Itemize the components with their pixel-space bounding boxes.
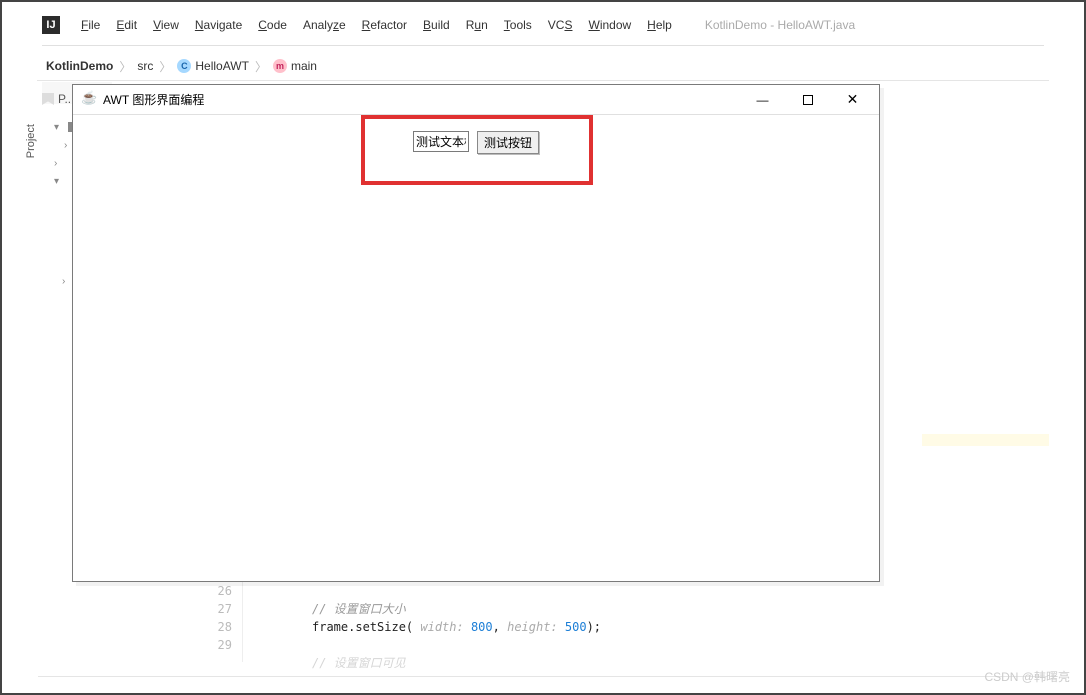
menu-edit[interactable]: Edit: [109, 16, 144, 34]
bottom-border: [38, 676, 1048, 677]
menu-window[interactable]: Window: [581, 16, 638, 34]
awt-body: 测试按钮: [73, 115, 879, 581]
project-stripe-label: Project: [25, 124, 37, 158]
ide-menubar: IJ File Edit View Navigate Code Analyze …: [42, 10, 1074, 40]
java-icon: [81, 92, 97, 108]
line-number: 29: [192, 636, 232, 654]
breadcrumb-sep-icon: 〉: [159, 58, 171, 75]
code-number: 800: [471, 620, 493, 634]
annotation-red-box: [361, 115, 593, 185]
gutter-border: [242, 582, 243, 662]
menu-vcs[interactable]: VCS: [541, 16, 580, 34]
editor-code[interactable]: // 设置窗口大小 frame.setSize( width: 800, hei…: [312, 582, 601, 672]
breadcrumb-src[interactable]: src: [133, 59, 157, 73]
awt-titlebar[interactable]: AWT 图形界面编程 — ✕: [73, 85, 879, 115]
menu-run[interactable]: Run: [459, 16, 495, 34]
param-hint: height:: [507, 620, 565, 634]
project-tab[interactable]: P...: [42, 92, 74, 106]
chevron-right-icon[interactable]: ›: [62, 276, 72, 287]
menu-navigate[interactable]: Navigate: [188, 16, 249, 34]
code-comment-partial: // 设置窗口可见: [312, 656, 406, 670]
param-hint: width:: [413, 620, 471, 634]
menu-help[interactable]: Help: [640, 16, 679, 34]
ide-logo-icon: IJ: [42, 16, 60, 34]
breadcrumb-method[interactable]: m main: [269, 59, 321, 73]
menu-file[interactable]: File: [74, 16, 107, 34]
menu-analyze[interactable]: Analyze: [296, 16, 353, 34]
breadcrumb-project[interactable]: KotlinDemo: [42, 59, 117, 73]
code-call: frame.setSize(: [312, 620, 413, 634]
minimize-button[interactable]: —: [740, 86, 785, 114]
breadcrumb: KotlinDemo 〉 src 〉 C HelloAWT 〉 m main: [42, 55, 321, 77]
code-comment: // 设置窗口大小: [312, 602, 406, 616]
maximize-button[interactable]: [785, 86, 830, 114]
breadcrumb-separator: [37, 80, 1049, 81]
breadcrumb-class[interactable]: C HelloAWT: [173, 59, 253, 73]
editor-gutter: 26 27 28 29: [192, 582, 232, 654]
menu-tools[interactable]: Tools: [497, 16, 539, 34]
chevron-down-icon[interactable]: ▾: [54, 122, 64, 133]
close-button[interactable]: ✕: [830, 86, 875, 114]
maximize-icon: [803, 95, 813, 105]
class-icon: C: [177, 59, 191, 73]
breadcrumb-sep-icon: 〉: [255, 58, 267, 75]
breadcrumb-method-label: main: [291, 59, 317, 73]
line-number: 26: [192, 582, 232, 600]
editor-warning-strip: [922, 434, 1049, 446]
close-icon: ✕: [847, 91, 859, 108]
awt-window: AWT 图形界面编程 — ✕ 测试按钮: [72, 84, 880, 582]
menu-view[interactable]: View: [146, 16, 186, 34]
menubar-separator: [42, 45, 1044, 46]
line-number: 27: [192, 600, 232, 618]
project-tool-stripe[interactable]: Project: [22, 84, 40, 644]
menu-build[interactable]: Build: [416, 16, 457, 34]
ide-window-title: KotlinDemo - HelloAWT.java: [705, 18, 855, 32]
line-number: 28: [192, 618, 232, 636]
awt-window-title: AWT 图形界面编程: [103, 91, 204, 108]
menu-code[interactable]: Code: [251, 16, 294, 34]
chevron-right-icon[interactable]: ›: [54, 158, 64, 169]
breadcrumb-sep-icon: 〉: [119, 58, 131, 75]
menu-refactor[interactable]: Refactor: [355, 16, 414, 34]
method-icon: m: [273, 59, 287, 73]
chevron-down-icon[interactable]: ▾: [54, 176, 64, 187]
breadcrumb-class-label: HelloAWT: [195, 59, 249, 73]
code-number: 500: [565, 620, 587, 634]
watermark: CSDN @韩曙亮: [984, 668, 1070, 685]
bookmark-icon: [42, 93, 54, 105]
